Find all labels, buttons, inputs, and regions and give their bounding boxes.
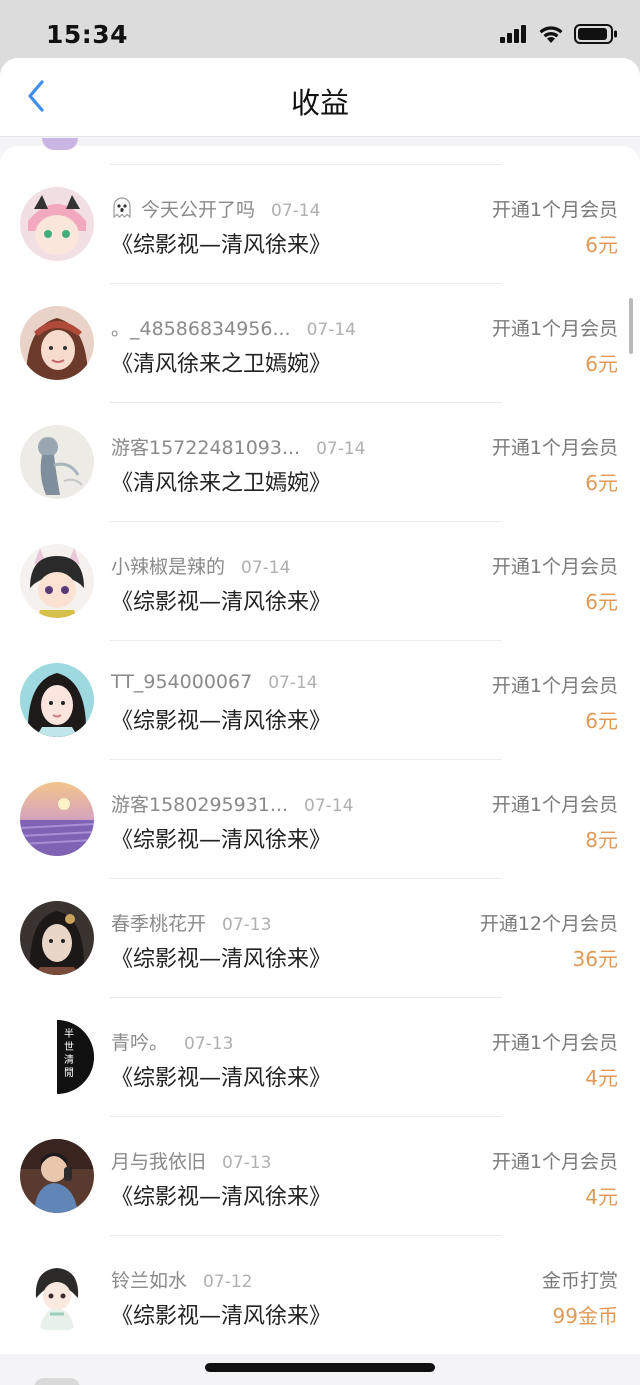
row-book-title: 《综影视—清风徐来》: [111, 947, 332, 972]
list-top-sliver: [0, 138, 640, 164]
list-item[interactable]: 今天公开了吗 07-14 《综影视—清风徐来》 开通1个月会员 6元: [0, 165, 640, 283]
row-book-title: 《综影视—清风徐来》: [111, 233, 332, 258]
battery-icon: [574, 24, 618, 48]
row-income-type: 开通1个月会员: [491, 794, 618, 816]
row-book-title: 《综影视—清风徐来》: [111, 709, 332, 734]
avatar: [20, 901, 94, 975]
row-amount: 6元: [585, 709, 618, 733]
row-user: 春季桃花开 07-13: [111, 909, 271, 936]
row-username: 游客1580295931...: [111, 794, 289, 816]
row-book-title: 《综影视—清风徐来》: [111, 1066, 332, 1091]
row-income-type: 开通1个月会员: [491, 556, 618, 578]
row-date: 07-13: [222, 1153, 272, 1173]
list-item[interactable]: 春季桃花开 07-13 《综影视—清风徐来》 开通12个月会员 36元: [0, 879, 640, 997]
row-date: 07-14: [241, 558, 291, 578]
avatar: [20, 425, 94, 499]
row-user: 铃兰如水 07-12: [111, 1266, 252, 1293]
row-date: 07-13: [184, 1034, 234, 1054]
wifi-icon: [538, 25, 564, 48]
row-income-type: 开通1个月会员: [491, 318, 618, 340]
avatar: [20, 663, 94, 737]
signal-icon: [500, 25, 528, 47]
row-book-title: 《清风徐来之卫嫣婉》: [111, 471, 332, 496]
row-amount: 4元: [585, 1066, 618, 1090]
row-amount: 4元: [585, 1185, 618, 1209]
row-book-title: 《综影视—清风徐来》: [111, 828, 332, 853]
row-user: 青吟。 07-13: [111, 1028, 233, 1055]
row-amount: 6元: [585, 471, 618, 495]
row-user: 游客1580295931... 07-14: [111, 790, 353, 817]
row-date: 07-14: [271, 201, 321, 221]
row-user: TT_954000067 07-14: [111, 671, 318, 693]
row-amount: 6元: [585, 233, 618, 257]
row-username: 今天公开了吗: [141, 199, 256, 221]
row-date: 07-14: [304, 796, 354, 816]
row-amount: 6元: [585, 590, 618, 614]
row-amount: 99金币: [552, 1304, 618, 1328]
row-income-type: 开通1个月会员: [491, 1032, 618, 1054]
row-income-type: 金币打赏: [541, 1270, 618, 1292]
status-time: 15:34: [46, 20, 129, 49]
avatar-peek: [42, 138, 78, 150]
row-amount: 6元: [585, 352, 618, 376]
avatar: [20, 544, 94, 618]
list-item[interactable]: 半世清閒 青吟。 07-13 《综影视—清风徐来》 开通1个月会员 4元: [0, 998, 640, 1116]
list-item[interactable]: 。_48586834956... 07-14 《清风徐来之卫嫣婉》 开通1个月会员…: [0, 284, 640, 402]
row-user: 月与我依旧 07-13: [111, 1147, 271, 1174]
row-user: 。_48586834956... 07-14: [111, 314, 356, 341]
scroll-indicator[interactable]: [629, 298, 633, 354]
row-username: 青吟。: [111, 1032, 169, 1054]
row-income-type: 开通1个月会员: [491, 437, 618, 459]
avatar: 半世清閒: [20, 1020, 94, 1094]
list-item[interactable]: 游客1580295931... 07-14 《综影视—清风徐来》 开通1个月会员 …: [0, 760, 640, 878]
avatar: [20, 782, 94, 856]
avatar: [20, 1139, 94, 1213]
row-username: 春季桃花开: [111, 913, 207, 935]
page-title: 收益: [290, 86, 349, 120]
row-amount: 8元: [585, 828, 618, 852]
row-income-type: 开通1个月会员: [491, 1151, 618, 1173]
row-username: 小辣椒是辣的: [111, 556, 226, 578]
row-amount: 36元: [572, 947, 618, 971]
list-item[interactable]: 游客15722481093... 07-14 《清风徐来之卫嫣婉》 开通1个月会员…: [0, 403, 640, 521]
income-list: 今天公开了吗 07-14 《综影视—清风徐来》 开通1个月会员 6元 。_485…: [0, 138, 640, 1354]
row-book-title: 《清风徐来之卫嫣婉》: [111, 352, 332, 377]
list-item[interactable]: TT_954000067 07-14 《综影视—清风徐来》 开通1个月会员 6元: [0, 641, 640, 759]
home-indicator[interactable]: [205, 1363, 435, 1372]
list-item[interactable]: 月与我依旧 07-13 《综影视—清风徐来》 开通1个月会员 4元: [0, 1117, 640, 1235]
row-book-title: 《综影视—清风徐来》: [111, 590, 332, 615]
list-item[interactable]: 小辣椒是辣的 07-14 《综影视—清风徐来》 开通1个月会员 6元: [0, 522, 640, 640]
avatar: [20, 187, 94, 261]
list-item[interactable]: 铃兰如水 07-12 《综影视—清风徐来》 金币打赏 99金币: [0, 1236, 640, 1354]
row-income-type: 开通1个月会员: [491, 675, 618, 697]
income-screen: 15:34 收益 今天公开了吗 07-14 《综影视—清风徐来》 开通1个月会员…: [0, 0, 640, 1385]
row-username: 铃兰如水: [111, 1270, 188, 1292]
avatar-text: 半世清閒: [64, 1029, 74, 1079]
row-date: 07-14: [268, 673, 318, 693]
avatar: [20, 1258, 94, 1332]
row-date: 07-12: [203, 1272, 253, 1292]
row-user: 游客15722481093... 07-14: [111, 433, 366, 460]
row-date: 07-13: [222, 915, 272, 935]
row-user: 今天公开了吗 07-14: [111, 195, 320, 224]
avatar: [20, 306, 94, 380]
row-user: 小辣椒是辣的 07-14: [111, 552, 290, 579]
row-income-type: 开通1个月会员: [491, 199, 618, 221]
row-username: 月与我依旧: [111, 1151, 207, 1173]
row-date: 07-14: [316, 439, 366, 459]
row-book-title: 《综影视—清风徐来》: [111, 1304, 332, 1329]
row-username: TT_954000067: [111, 671, 253, 693]
row-username: 。_48586834956...: [111, 318, 291, 340]
row-book-title: 《综影视—清风徐来》: [111, 1185, 332, 1210]
nav-bar: 收益: [0, 58, 640, 136]
row-username: 游客15722481093...: [111, 437, 301, 459]
row-income-type: 开通12个月会员: [479, 913, 618, 935]
row-date: 07-14: [306, 320, 356, 340]
ghost-icon: [111, 197, 133, 224]
avatar-peek: [34, 1378, 80, 1385]
status-icons: [500, 24, 618, 48]
